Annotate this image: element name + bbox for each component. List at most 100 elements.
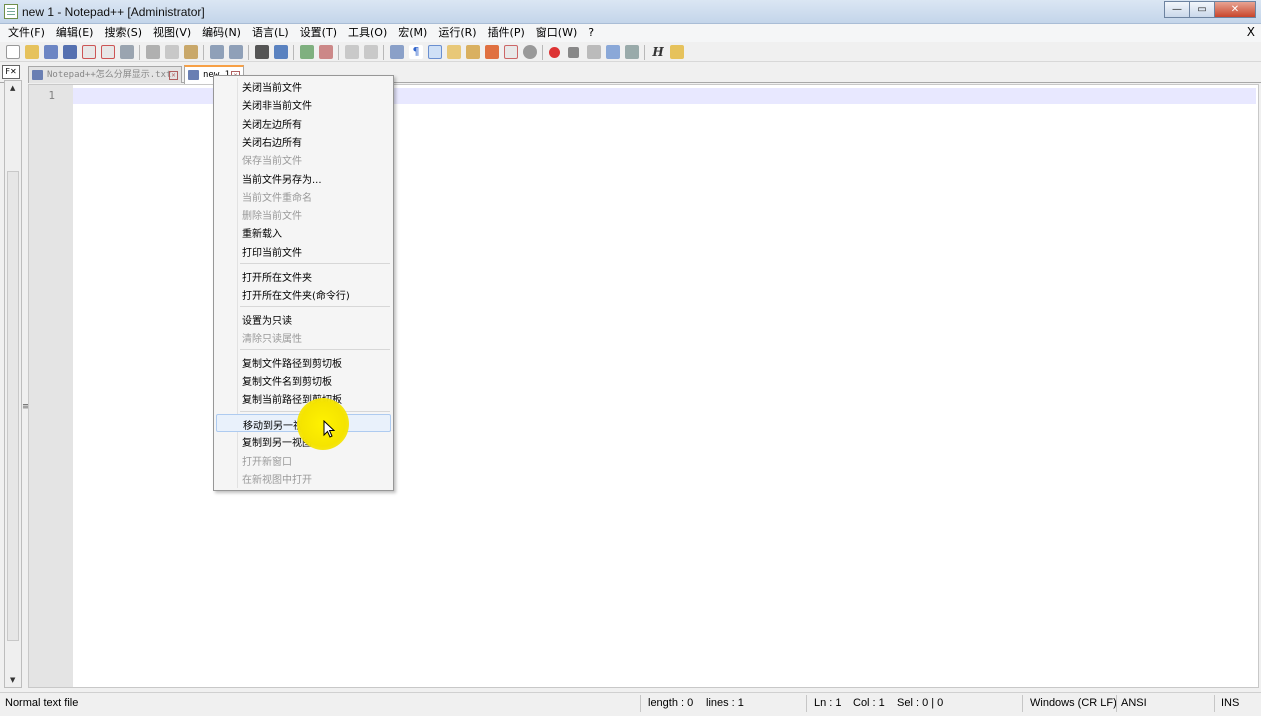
menu-help[interactable]: ? (583, 24, 600, 42)
title-bar: new 1 - Notepad++ [Administrator] — ▭ ✕ (0, 0, 1261, 24)
spell-icon[interactable] (670, 45, 684, 59)
menu-item-open-new-window[interactable]: 打开新窗口 (216, 451, 391, 469)
menu-window[interactable]: 窗口(W) (531, 24, 583, 42)
sync-horizontal-icon[interactable] (364, 45, 378, 59)
menu-item-open-new-instance[interactable]: 在新视图中打开 (216, 469, 391, 487)
menu-item-clear-readonly[interactable]: 清除只读属性 (216, 328, 391, 346)
toolbar-separator (542, 45, 543, 60)
status-length: length : 0 (648, 697, 694, 709)
status-eol[interactable]: Windows (CR LF) (1030, 697, 1117, 709)
redo-icon[interactable] (229, 45, 243, 59)
menu-item-close-left[interactable]: 关闭左边所有 (216, 114, 391, 132)
menu-item-close-right[interactable]: 关闭右边所有 (216, 132, 391, 150)
scrollbar-thumb[interactable] (7, 171, 19, 641)
status-divider (1022, 695, 1023, 712)
cut-icon[interactable] (146, 45, 160, 59)
scroll-up-icon[interactable]: ▲ (10, 84, 15, 92)
function-list-icon[interactable] (466, 45, 480, 59)
menu-separator (240, 349, 390, 351)
notepadpp-window: new 1 - Notepad++ [Administrator] — ▭ ✕ … (0, 0, 1261, 716)
replace-icon[interactable] (274, 45, 288, 59)
menu-edit[interactable]: 编辑(E) (51, 24, 100, 42)
show-all-chars-icon[interactable]: ¶ (409, 45, 423, 59)
save-all-icon[interactable] (63, 45, 77, 59)
hex-h-icon[interactable]: H (651, 45, 665, 59)
new-file-icon[interactable] (6, 45, 20, 59)
notepadpp-app-icon[interactable] (4, 4, 18, 19)
folder-workspace-icon[interactable] (485, 45, 499, 59)
run-macro-multiple-icon[interactable] (606, 45, 620, 59)
secondary-view-scrollbar[interactable]: ▲ ▼ (4, 80, 22, 688)
menu-item-copy-path[interactable]: 复制文件路径到剪切板 (216, 353, 391, 371)
menu-item-label: 打开所在文件夹 (242, 272, 312, 284)
monitoring-icon[interactable] (504, 45, 518, 59)
menu-item-save-as[interactable]: 当前文件另存为... (216, 169, 391, 187)
menu-search[interactable]: 搜索(S) (99, 24, 148, 42)
status-encoding[interactable]: ANSI (1121, 697, 1147, 709)
menu-item-rename[interactable]: 当前文件重命名 (216, 187, 391, 205)
menu-item-copy-filename[interactable]: 复制文件名到剪切板 (216, 371, 391, 389)
menu-item-set-readonly[interactable]: 设置为只读 (216, 310, 391, 328)
file-icon (188, 70, 199, 80)
close-document-button[interactable]: X (1247, 25, 1255, 39)
menu-item-copy-dir[interactable]: 复制当前路径到剪切板 (216, 389, 391, 407)
menu-item-close-others[interactable]: 关闭非当前文件 (216, 95, 391, 113)
menu-item-close-current[interactable]: 关闭当前文件 (216, 77, 391, 95)
undo-icon[interactable] (210, 45, 224, 59)
maximize-button[interactable]: ▭ (1189, 1, 1215, 18)
menu-item-label: 关闭当前文件 (242, 83, 302, 94)
menu-bar: 文件(F) 编辑(E) 搜索(S) 视图(V) 编码(N) 语言(L) 设置(T… (0, 24, 1261, 42)
print-icon[interactable] (120, 45, 134, 59)
menu-item-label: 关闭右边所有 (242, 137, 302, 149)
menu-plugins[interactable]: 插件(P) (483, 24, 531, 42)
paste-icon[interactable] (184, 45, 198, 59)
status-divider (1116, 695, 1117, 712)
menu-view[interactable]: 视图(V) (148, 24, 197, 42)
menu-settings[interactable]: 设置(T) (295, 24, 343, 42)
scroll-down-icon[interactable]: ▼ (10, 676, 15, 684)
line-number: 1 (48, 89, 55, 102)
doc-switcher-button[interactable]: F✕ (2, 65, 20, 79)
menu-item-label: 删除当前文件 (242, 211, 302, 223)
menu-item-delete[interactable]: 删除当前文件 (216, 205, 391, 223)
minimize-button[interactable]: — (1164, 1, 1190, 18)
menu-item-reload[interactable]: 重新载入 (216, 223, 391, 241)
close-icon[interactable] (82, 45, 96, 59)
menu-macro[interactable]: 宏(M) (393, 24, 433, 42)
line-number-gutter: 1 (29, 85, 73, 687)
menu-item-label: 打印当前文件 (242, 247, 302, 259)
tab-close-icon[interactable]: ✕ (169, 71, 178, 80)
indent-guide-icon[interactable] (428, 45, 442, 59)
toolbar-separator (338, 45, 339, 60)
word-wrap-icon[interactable] (390, 45, 404, 59)
play-macro-icon[interactable] (587, 45, 601, 59)
menu-item-open-folder-cmd[interactable]: 打开所在文件夹(命令行) (216, 285, 391, 303)
zoom-in-icon[interactable] (300, 45, 314, 59)
status-insert-mode[interactable]: INS (1221, 697, 1239, 709)
menu-file[interactable]: 文件(F) (3, 24, 51, 42)
open-file-icon[interactable] (25, 45, 39, 59)
menu-language[interactable]: 语言(L) (247, 24, 295, 42)
menu-tools[interactable]: 工具(O) (343, 24, 393, 42)
panel-icon[interactable] (523, 45, 537, 59)
copy-icon[interactable] (165, 45, 179, 59)
save-macro-icon[interactable] (625, 45, 639, 59)
sync-vertical-icon[interactable] (345, 45, 359, 59)
menu-run[interactable]: 运行(R) (433, 24, 482, 42)
zoom-out-icon[interactable] (319, 45, 333, 59)
menu-encoding[interactable]: 编码(N) (197, 24, 247, 42)
menu-item-label: 设置为只读 (242, 315, 292, 327)
mouse-pointer-icon (323, 420, 335, 438)
record-macro-icon[interactable] (549, 47, 560, 58)
save-icon[interactable] (44, 45, 58, 59)
close-window-button[interactable]: ✕ (1214, 1, 1256, 18)
menu-item-open-folder[interactable]: 打开所在文件夹 (216, 267, 391, 285)
doc-map-icon[interactable] (447, 45, 461, 59)
stop-macro-icon[interactable] (568, 47, 579, 58)
menu-item-print[interactable]: 打印当前文件 (216, 242, 391, 260)
find-icon[interactable] (255, 45, 269, 59)
menu-item-save-current[interactable]: 保存当前文件 (216, 150, 391, 168)
tab-notepadpp-split[interactable]: Notepad++怎么分屏显示.txt ✕ (28, 66, 182, 83)
close-all-icon[interactable] (101, 45, 115, 59)
toolbar-separator (248, 45, 249, 60)
